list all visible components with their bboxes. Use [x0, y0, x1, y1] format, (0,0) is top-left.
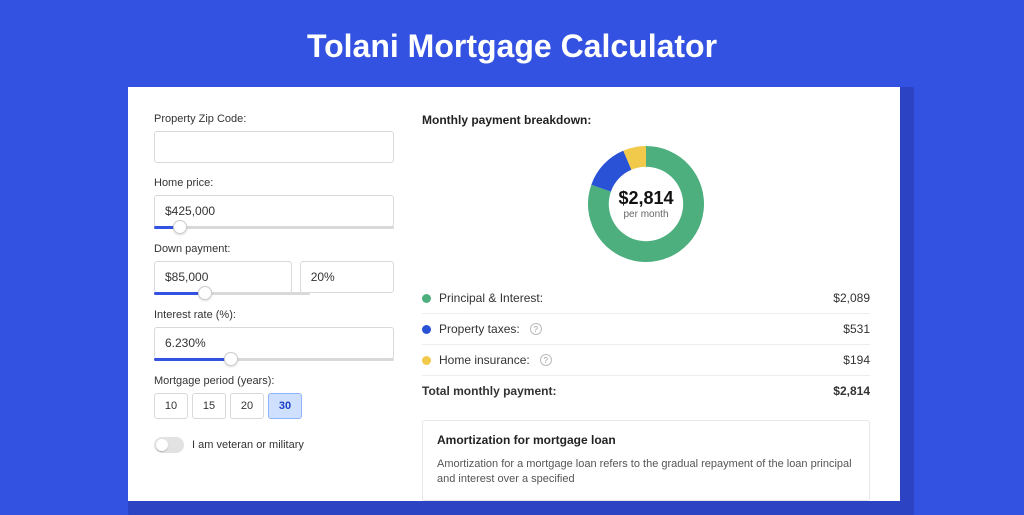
legend-value: $2,089	[833, 291, 870, 305]
legend-row-taxes: Property taxes: ? $531	[422, 314, 870, 345]
period-20-button[interactable]: 20	[230, 393, 264, 419]
period-10-button[interactable]: 10	[154, 393, 188, 419]
down-payment-pct-input[interactable]	[300, 261, 394, 293]
home-price-input[interactable]	[154, 195, 394, 227]
interest-slider[interactable]	[154, 358, 394, 361]
dot-icon	[422, 325, 431, 334]
dot-icon	[422, 356, 431, 365]
legend-row-principal: Principal & Interest: $2,089	[422, 283, 870, 314]
help-icon[interactable]: ?	[540, 354, 552, 366]
page-title: Tolani Mortgage Calculator	[0, 0, 1024, 87]
legend-row-insurance: Home insurance: ? $194	[422, 345, 870, 376]
breakdown-title: Monthly payment breakdown:	[422, 113, 870, 127]
legend-label: Home insurance:	[439, 353, 530, 367]
amortization-box: Amortization for mortgage loan Amortizat…	[422, 420, 870, 501]
period-label: Mortgage period (years):	[154, 375, 394, 387]
donut-chart-wrap: $2,814 per month	[422, 139, 870, 283]
dot-icon	[422, 294, 431, 303]
legend-value: $531	[843, 322, 870, 336]
down-payment-input[interactable]	[154, 261, 292, 293]
form-column: Property Zip Code: Home price: Down paym…	[154, 113, 394, 501]
card-shadow: Property Zip Code: Home price: Down paym…	[128, 87, 914, 515]
donut-sub: per month	[623, 209, 668, 220]
home-price-row: Home price:	[154, 177, 394, 229]
down-payment-slider[interactable]	[154, 292, 310, 295]
interest-row: Interest rate (%):	[154, 309, 394, 361]
donut-center: $2,814 per month	[585, 143, 707, 265]
period-15-button[interactable]: 15	[192, 393, 226, 419]
total-value: $2,814	[833, 384, 870, 398]
down-payment-label: Down payment:	[154, 243, 394, 255]
zip-row: Property Zip Code:	[154, 113, 394, 163]
legend-value: $194	[843, 353, 870, 367]
down-payment-row: Down payment:	[154, 243, 394, 295]
home-price-label: Home price:	[154, 177, 394, 189]
donut-amount: $2,814	[618, 188, 673, 209]
calculator-card: Property Zip Code: Home price: Down paym…	[128, 87, 900, 501]
interest-input[interactable]	[154, 327, 394, 359]
home-price-slider[interactable]	[154, 226, 394, 229]
help-icon[interactable]: ?	[530, 323, 542, 335]
legend-label: Property taxes:	[439, 322, 520, 336]
interest-label: Interest rate (%):	[154, 309, 394, 321]
veteran-row: I am veteran or military	[154, 437, 394, 453]
zip-input[interactable]	[154, 131, 394, 163]
period-30-button[interactable]: 30	[268, 393, 302, 419]
zip-label: Property Zip Code:	[154, 113, 394, 125]
legend: Principal & Interest: $2,089 Property ta…	[422, 283, 870, 406]
legend-row-total: Total monthly payment: $2,814	[422, 376, 870, 406]
donut-chart: $2,814 per month	[585, 143, 707, 265]
amortization-text: Amortization for a mortgage loan refers …	[437, 457, 855, 488]
slider-thumb-icon[interactable]	[173, 220, 187, 234]
period-row-wrap: Mortgage period (years): 10 15 20 30	[154, 375, 394, 419]
veteran-label: I am veteran or military	[192, 439, 304, 451]
period-buttons: 10 15 20 30	[154, 393, 394, 419]
total-label: Total monthly payment:	[422, 384, 556, 398]
breakdown-column: Monthly payment breakdown: $2,814 per mo…	[422, 113, 870, 501]
veteran-toggle[interactable]	[154, 437, 184, 453]
slider-thumb-icon[interactable]	[224, 352, 238, 366]
slider-thumb-icon[interactable]	[198, 286, 212, 300]
legend-label: Principal & Interest:	[439, 291, 543, 305]
amortization-title: Amortization for mortgage loan	[437, 433, 855, 447]
